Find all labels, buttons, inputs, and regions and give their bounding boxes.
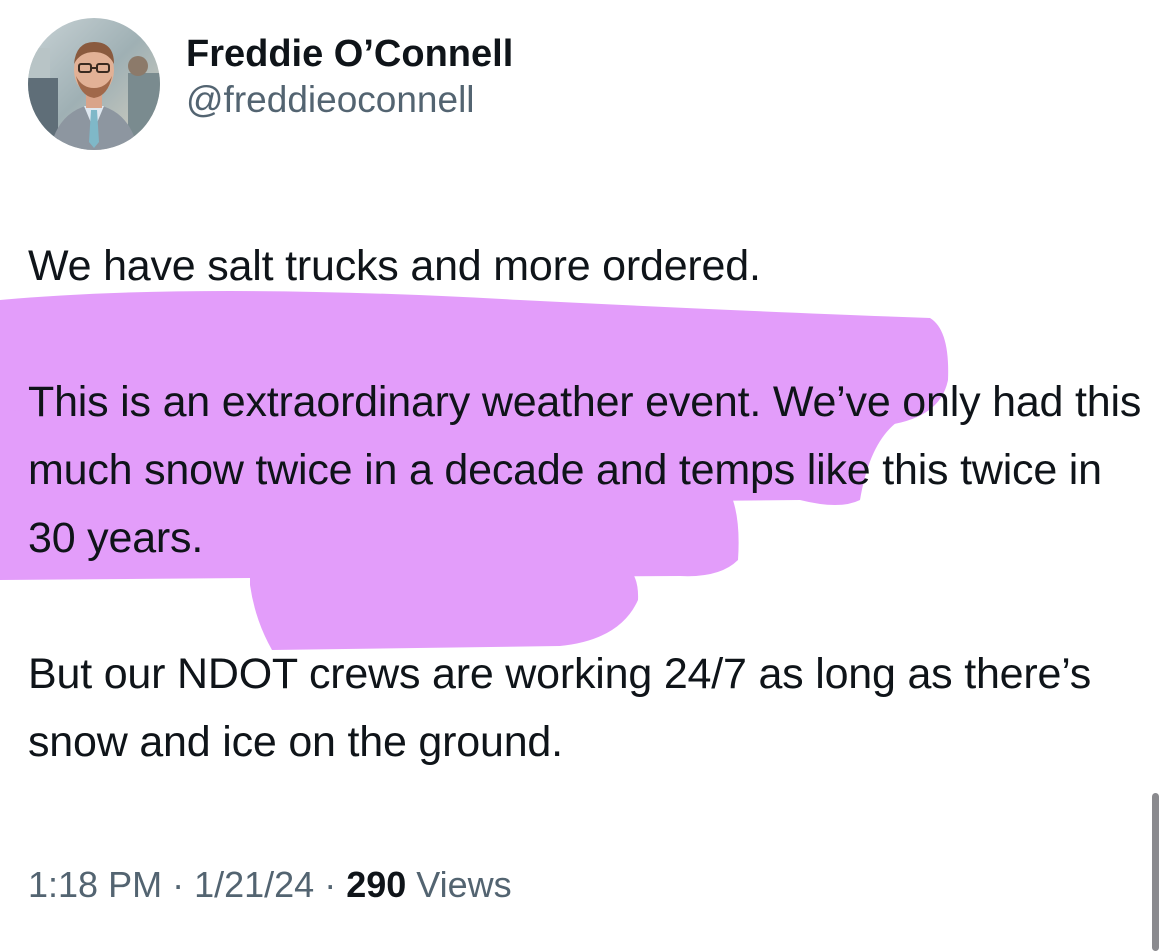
- meta-separator: ·: [324, 864, 337, 905]
- author-handle[interactable]: @freddieoconnell: [186, 77, 513, 123]
- tweet-meta: 1:18 PM · 1/21/24 · 290 Views: [28, 860, 512, 910]
- tweet-paragraph-3: But our NDOT crews are working 24/7 as l…: [28, 650, 1092, 766]
- tweet-time: 1:18 PM: [28, 864, 163, 905]
- tweet-text: We have salt trucks and more ordered. Th…: [28, 232, 1148, 776]
- tweet-header: Freddie O’Connell @freddieoconnell: [28, 18, 513, 150]
- tweet-screenshot: Freddie O’Connell @freddieoconnell We ha…: [0, 0, 1170, 951]
- views-label: Views: [416, 864, 512, 905]
- tweet-paragraph-1: We have salt trucks and more ordered.: [28, 242, 761, 290]
- author-display-name[interactable]: Freddie O’Connell: [186, 31, 513, 77]
- views-count: 290: [346, 864, 407, 905]
- meta-separator: ·: [172, 864, 185, 905]
- avatar-image: [28, 18, 160, 150]
- scrollbar-thumb[interactable]: [1152, 793, 1159, 951]
- author-names: Freddie O’Connell @freddieoconnell: [186, 31, 513, 123]
- avatar[interactable]: [28, 18, 160, 150]
- views-link[interactable]: 290 Views: [346, 864, 511, 905]
- tweet-date: 1/21/24: [194, 864, 315, 905]
- tweet-paragraph-2: This is an extraordinary weather event. …: [28, 378, 1142, 562]
- tweet-timestamp-link[interactable]: 1:18 PM · 1/21/24: [28, 864, 314, 905]
